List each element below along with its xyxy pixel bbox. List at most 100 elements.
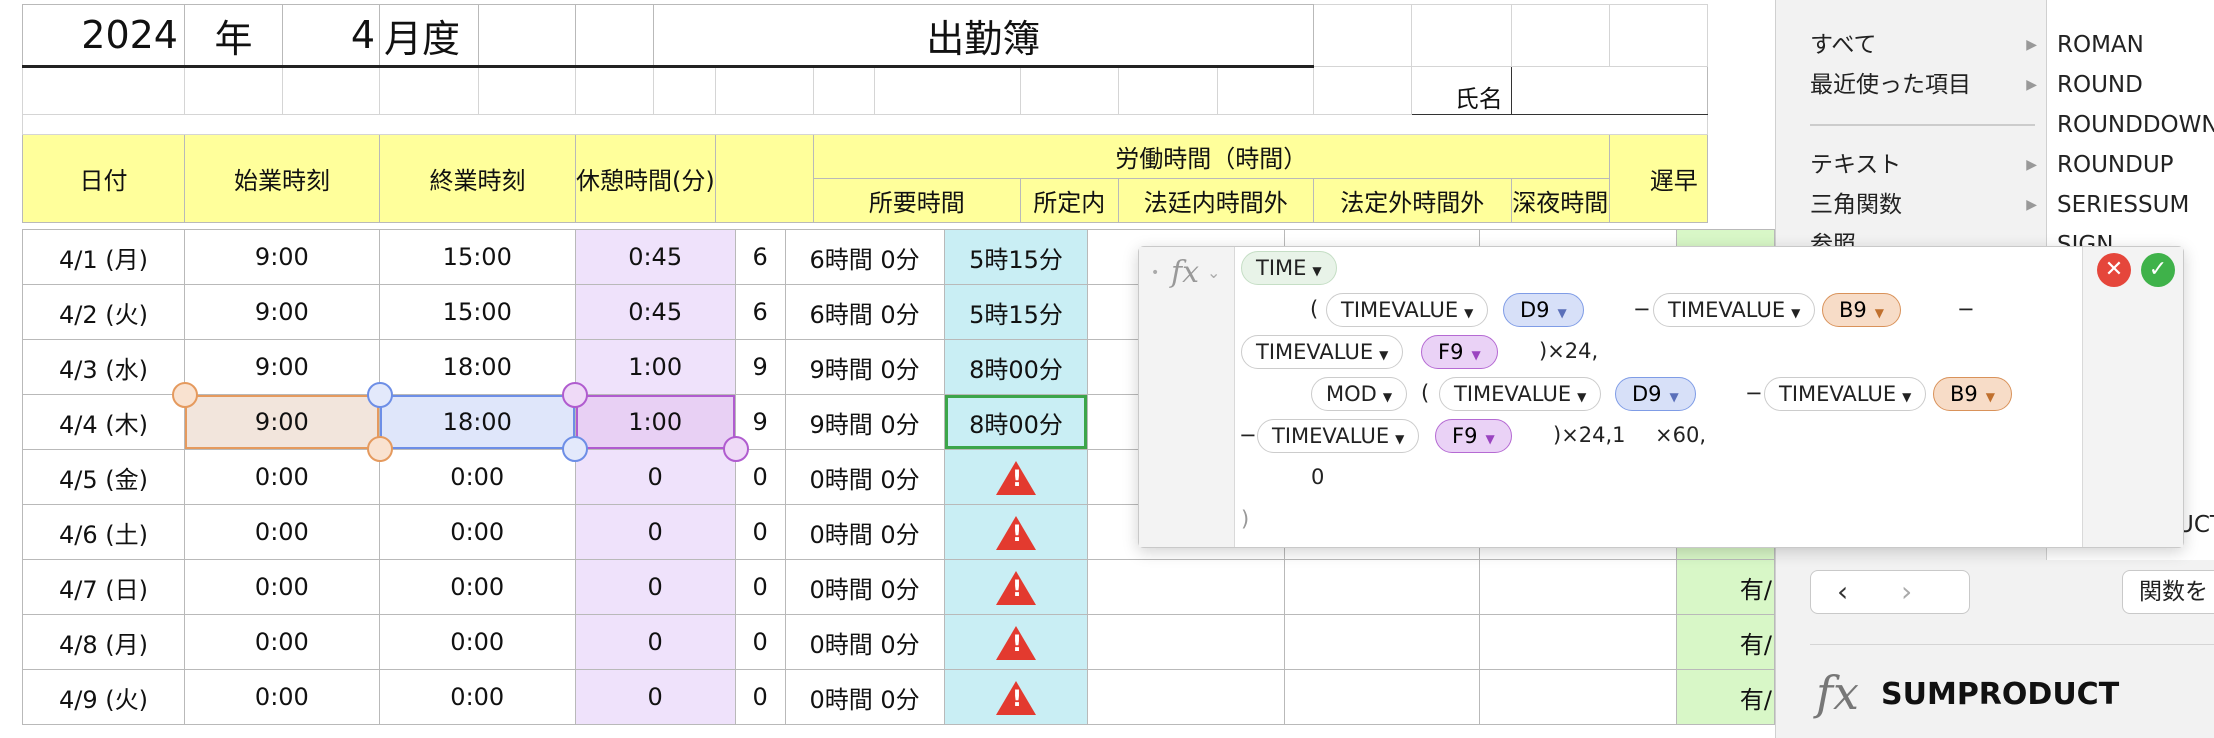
date-cell[interactable]: 4/4 (木) <box>22 394 185 450</box>
function-token-timevalue[interactable]: TIMEVALUE ▼ <box>1257 419 1420 453</box>
reference-token-d9[interactable]: D9 ▼ <box>1503 293 1584 327</box>
late-cell[interactable]: 有/ <box>1675 669 1775 725</box>
month-unit-cell[interactable]: 月度 <box>379 4 479 68</box>
night-cell[interactable] <box>1479 559 1677 615</box>
argument-token[interactable]: 0 <box>1311 461 1324 493</box>
end-time-cell[interactable]: 15:00 <box>378 284 576 340</box>
break-cell[interactable]: 0:45 <box>574 284 736 340</box>
start-time-cell[interactable]: 9:00 <box>183 284 380 340</box>
scheduled-cell[interactable]: 8時00分 <box>943 339 1089 395</box>
break-cell[interactable]: 0 <box>574 449 736 505</box>
category-trig[interactable]: 三角関数 ▶ <box>1810 186 2045 224</box>
required-time-cell[interactable]: 6時間 0分 <box>784 229 945 285</box>
hours-cell[interactable]: 0 <box>734 669 786 725</box>
function-item[interactable]: SERIESSUM <box>2057 186 2189 224</box>
scheduled-cell[interactable] <box>943 614 1089 670</box>
hours-cell[interactable]: 0 <box>734 614 786 670</box>
required-time-cell[interactable]: 9時間 0分 <box>784 394 945 450</box>
name-value-cell[interactable] <box>1510 66 1708 115</box>
selection-handle-d[interactable] <box>367 382 393 408</box>
selection-handle-f[interactable] <box>562 382 588 408</box>
spacer-row[interactable] <box>22 114 1708 135</box>
break-cell[interactable]: 1:00 <box>574 394 736 450</box>
month-cell[interactable]: 4 <box>282 4 380 68</box>
header-night[interactable]: 深夜時間 <box>1510 178 1610 223</box>
end-time-cell[interactable]: 18:00 <box>378 394 576 450</box>
function-token-timevalue[interactable]: TIMEVALUE ▼ <box>1764 377 1927 411</box>
date-cell[interactable]: 4/1 (月) <box>22 229 185 285</box>
scheduled-cell[interactable] <box>943 449 1089 505</box>
break-cell[interactable]: 0 <box>574 614 736 670</box>
function-token-mod[interactable]: MOD ▼ <box>1311 377 1408 411</box>
cell[interactable] <box>1312 4 1412 67</box>
header-date[interactable]: 日付 <box>22 134 185 223</box>
reference-token-b9[interactable]: B9 ▼ <box>1933 377 2013 411</box>
chevron-down-icon[interactable]: ⌄ <box>1207 263 1220 282</box>
selection-handle-b[interactable] <box>172 382 198 408</box>
function-item[interactable]: ROMAN <box>2057 26 2144 64</box>
date-cell[interactable]: 4/8 (月) <box>22 614 185 670</box>
hours-cell[interactable]: 0 <box>734 559 786 615</box>
header-legal-out[interactable]: 法定外時間外 <box>1312 178 1512 223</box>
start-time-cell[interactable]: 0:00 <box>183 669 380 725</box>
end-time-cell[interactable]: 18:00 <box>378 339 576 395</box>
function-token-timevalue[interactable]: TIMEVALUE ▼ <box>1439 377 1602 411</box>
legal-in-cell[interactable] <box>1087 614 1286 670</box>
function-item[interactable]: ROUND <box>2057 66 2143 104</box>
start-time-cell[interactable]: 0:00 <box>183 504 380 560</box>
legal-in-cell[interactable] <box>1087 669 1286 725</box>
category-recent[interactable]: 最近使った項目 ▶ <box>1810 66 2045 104</box>
legal-out-cell[interactable] <box>1284 559 1481 615</box>
start-time-cell[interactable]: 9:00 <box>183 394 380 450</box>
scheduled-cell[interactable] <box>943 504 1089 560</box>
hours-cell[interactable]: 6 <box>734 229 786 285</box>
start-time-cell[interactable]: 0:00 <box>183 614 380 670</box>
cell[interactable] <box>22 66 185 115</box>
legal-out-cell[interactable] <box>1284 614 1481 670</box>
cell[interactable] <box>478 4 576 68</box>
cell[interactable] <box>652 66 716 115</box>
cell[interactable] <box>478 66 576 115</box>
date-cell[interactable]: 4/9 (火) <box>22 669 185 725</box>
break-cell[interactable]: 0 <box>574 504 736 560</box>
start-time-cell[interactable]: 0:00 <box>183 559 380 615</box>
scheduled-cell[interactable] <box>943 669 1089 725</box>
year-cell[interactable]: 2024 <box>22 4 185 68</box>
warning-icon[interactable] <box>996 461 1036 495</box>
break-cell[interactable]: 0 <box>574 559 736 615</box>
end-time-cell[interactable]: 0:00 <box>378 669 576 725</box>
header-labor[interactable]: 労働時間（時間） <box>812 134 1610 179</box>
cell[interactable] <box>873 66 1021 115</box>
reference-token-f9[interactable]: F9 ▼ <box>1421 335 1498 369</box>
category-text[interactable]: テキスト ▶ <box>1810 146 2045 184</box>
cancel-button[interactable]: ✕ <box>2097 253 2131 287</box>
cell[interactable] <box>1117 66 1218 115</box>
prev-button[interactable]: ‹ <box>1837 575 1848 608</box>
start-time-cell[interactable]: 9:00 <box>183 339 380 395</box>
cell[interactable] <box>575 4 654 68</box>
date-cell[interactable]: 4/6 (土) <box>22 504 185 560</box>
required-time-cell[interactable]: 6時間 0分 <box>784 284 945 340</box>
end-time-cell[interactable]: 0:00 <box>378 504 576 560</box>
required-time-cell[interactable]: 0時間 0分 <box>784 614 945 670</box>
reference-token-b9[interactable]: B9 ▼ <box>1822 293 1902 327</box>
end-time-cell[interactable]: 0:00 <box>378 449 576 505</box>
selection-handle-d-end[interactable] <box>562 436 588 462</box>
scheduled-cell[interactable]: 5時15分 <box>943 229 1089 285</box>
function-item[interactable]: ROUNDUP <box>2057 146 2174 184</box>
cell[interactable] <box>575 66 654 115</box>
warning-icon[interactable] <box>996 571 1036 605</box>
header-legal-in[interactable]: 法廷内時間外 <box>1117 178 1314 223</box>
required-time-cell[interactable]: 0時間 0分 <box>784 449 945 505</box>
scheduled-cell[interactable]: 5時15分 <box>943 284 1089 340</box>
cell[interactable] <box>1510 4 1610 67</box>
late-cell[interactable]: 有/ <box>1675 559 1775 615</box>
late-cell[interactable]: 有/ <box>1675 614 1775 670</box>
next-button[interactable]: › <box>1901 575 1912 608</box>
start-time-cell[interactable]: 0:00 <box>183 449 380 505</box>
night-cell[interactable] <box>1479 614 1677 670</box>
warning-icon[interactable] <box>996 626 1036 660</box>
header-late[interactable]: 遅早 <box>1608 134 1708 223</box>
cell[interactable] <box>1608 4 1708 67</box>
scheduled-cell[interactable] <box>943 559 1089 615</box>
